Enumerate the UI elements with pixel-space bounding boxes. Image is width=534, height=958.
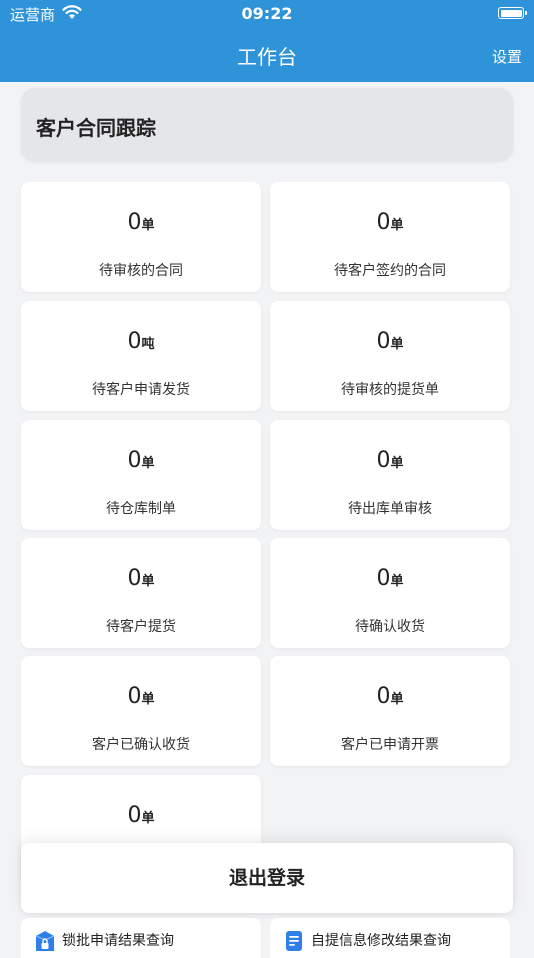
stat-card-pending-shipment-request[interactable]: 0吨 待客户申请发货 (21, 301, 261, 411)
settings-button[interactable]: 设置 (492, 46, 522, 67)
stat-value: 0 (127, 566, 142, 591)
stat-unit: 单 (390, 218, 404, 233)
lock-batch-query-label: 锁批申请结果查询 (62, 933, 174, 949)
stat-card-pending-warehouse-order[interactable]: 0单 待仓库制单 (21, 420, 261, 530)
stat-unit: 单 (141, 456, 155, 471)
top-bar: 运营商 09:22 工作台 设置 (0, 0, 534, 82)
stat-value: 0 (376, 684, 391, 709)
section-header: 客户合同跟踪 (21, 88, 513, 161)
page-title: 工作台 (237, 45, 297, 69)
stat-card-pending-contract-review[interactable]: 0单 待审核的合同 (21, 182, 261, 292)
stat-unit: 单 (141, 218, 155, 233)
stat-label: 待客户申请发货 (92, 382, 190, 398)
stat-card-pending-pickup-order-review[interactable]: 0单 待审核的提货单 (270, 301, 510, 411)
stat-value: 0 (127, 329, 142, 354)
stat-label: 待仓库制单 (106, 501, 176, 517)
clock: 09:22 (241, 4, 293, 23)
stat-label: 待审核的提货单 (341, 382, 439, 398)
stat-card-customer-confirmed-receipt[interactable]: 0单 客户已确认收货 (21, 656, 261, 766)
stat-unit: 吨 (141, 337, 155, 352)
lock-batch-query-item[interactable]: 锁批申请结果查询 (21, 918, 261, 958)
stat-value: 0 (376, 210, 391, 235)
stat-unit: 单 (390, 456, 404, 471)
stat-label: 待客户签约的合同 (334, 263, 446, 279)
battery-icon (498, 7, 527, 19)
lock-box-icon (35, 931, 55, 951)
stat-value: 0 (376, 566, 391, 591)
stat-unit: 单 (390, 692, 404, 707)
stat-unit: 单 (141, 574, 155, 589)
logout-button[interactable]: 退出登录 (21, 843, 513, 913)
stat-label: 客户已申请开票 (341, 737, 439, 753)
stat-unit: 单 (390, 574, 404, 589)
stat-label: 客户已确认收货 (92, 737, 190, 753)
stat-card-pending-customer-pickup[interactable]: 0单 待客户提货 (21, 538, 261, 648)
stat-value: 0 (127, 684, 142, 709)
stat-value: 0 (127, 210, 142, 235)
pickup-modify-query-label: 自提信息修改结果查询 (311, 933, 451, 949)
stat-label: 待客户提货 (106, 619, 176, 635)
stat-unit: 单 (141, 811, 155, 826)
stat-card-pending-receipt-confirm[interactable]: 0单 待确认收货 (270, 538, 510, 648)
stat-label: 待审核的合同 (99, 263, 183, 279)
section-title: 客户合同跟踪 (36, 116, 156, 140)
stat-label: 待确认收货 (355, 619, 425, 635)
stat-card-pending-outbound-review[interactable]: 0单 待出库单审核 (270, 420, 510, 530)
stat-label: 待出库单审核 (348, 501, 432, 517)
stat-card-customer-requested-invoice[interactable]: 0单 客户已申请开票 (270, 656, 510, 766)
pickup-modify-query-item[interactable]: 自提信息修改结果查询 (270, 918, 510, 958)
stat-card-pending-customer-sign[interactable]: 0单 待客户签约的合同 (270, 182, 510, 292)
stat-value: 0 (127, 803, 142, 828)
stat-unit: 单 (141, 692, 155, 707)
status-bar: 运营商 09:22 (0, 0, 534, 28)
stat-unit: 单 (390, 337, 404, 352)
stat-value: 0 (376, 448, 391, 473)
stat-value: 0 (376, 329, 391, 354)
document-icon (286, 931, 302, 951)
stat-value: 0 (127, 448, 142, 473)
